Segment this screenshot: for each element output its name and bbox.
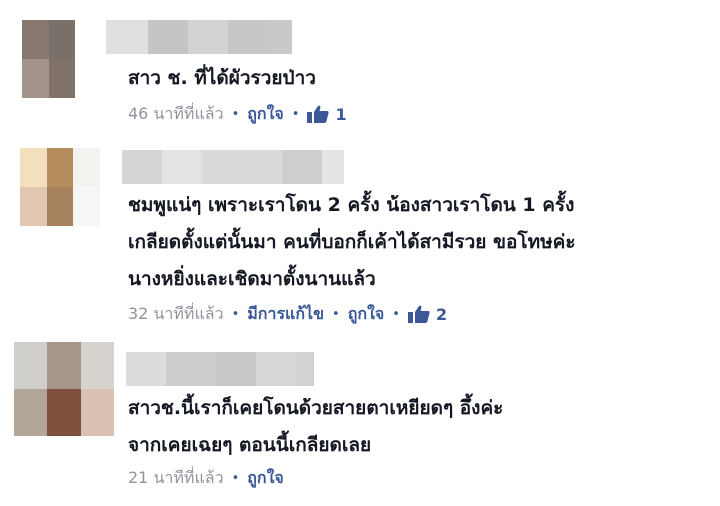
comment-meta: 21 นาทีที่แล้ว • ถูกใจ <box>128 466 284 490</box>
blur-block <box>188 20 228 54</box>
comment-meta: 32 นาทีที่แล้ว • มีการแก้ไข • ถูกใจ • 2 <box>128 302 447 326</box>
timestamp[interactable]: 32 นาทีที่แล้ว <box>128 302 224 327</box>
separator-dot: • <box>392 306 400 322</box>
blur-block <box>202 150 282 184</box>
avatar-pixel <box>80 389 114 436</box>
separator-dot: • <box>231 106 240 122</box>
like-button[interactable]: ถูกใจ <box>247 102 284 127</box>
avatar[interactable] <box>22 20 102 98</box>
comment-text: ชมพูแน่ๆ เพราะเราโดน 2 ครั้ง น้องสาวเราโ… <box>128 187 576 298</box>
avatar-pixel <box>48 59 76 98</box>
commenter-name-blurred[interactable] <box>122 150 344 184</box>
avatar-pixel <box>47 342 81 389</box>
comment-text: สาวช.นี้เราก็เคยโดนด้วยสายตาเหยียดๆ อึ้ง… <box>128 390 503 464</box>
separator-dot: • <box>332 306 340 322</box>
comment-line: สาวช.นี้เราก็เคยโดนด้วยสายตาเหยียดๆ อึ้ง… <box>128 397 504 419</box>
comment-line: นางหยิ่งและเชิดมาตั้งนานแล้ว <box>128 268 376 290</box>
blur-block <box>106 20 148 54</box>
avatar-pixel <box>20 148 47 187</box>
thumbs-up-icon[interactable] <box>307 105 330 123</box>
like-count[interactable]: 1 <box>335 105 346 124</box>
separator-dot: • <box>231 470 240 486</box>
avatar-pixel <box>75 20 102 59</box>
comment-line: จากเคยเฉยๆ ตอนนี้เกลียดเลย <box>128 434 372 456</box>
like-button[interactable]: ถูกใจ <box>348 302 385 327</box>
comment-line: สาว ช. ที่ได้ผัวรวยป่าว <box>128 67 316 89</box>
avatar-pixel <box>80 342 114 389</box>
blur-block <box>126 352 166 386</box>
commenter-name-blurred[interactable] <box>126 352 314 386</box>
avatar-pixel <box>46 187 74 226</box>
blur-block <box>256 352 296 386</box>
blur-block <box>148 20 188 54</box>
blur-block <box>162 150 202 184</box>
avatar-pixel <box>48 20 76 59</box>
comment-meta: 46 นาทีที่แล้ว • ถูกใจ • 1 <box>128 102 347 126</box>
blur-block <box>122 150 162 184</box>
separator-dot: • <box>231 306 240 322</box>
avatar-pixel <box>14 342 48 389</box>
blur-block <box>268 20 292 54</box>
commenter-name-blurred[interactable] <box>106 20 292 54</box>
edited-label[interactable]: มีการแก้ไข <box>247 302 324 327</box>
avatar-pixel <box>22 20 49 59</box>
blur-block <box>166 352 216 386</box>
blur-block <box>216 352 256 386</box>
avatar-pixel <box>47 389 81 436</box>
avatar-pixel <box>22 59 49 98</box>
avatar[interactable] <box>14 342 114 436</box>
avatar-pixel <box>73 148 100 187</box>
comment-text: สาว ช. ที่ได้ผัวรวยป่าว <box>128 60 316 97</box>
like-count[interactable]: 2 <box>436 305 447 324</box>
comment-line: เกลียดตั้งแต่นั้นมา คนที่บอกก็เค้าได้สาม… <box>128 231 576 253</box>
avatar[interactable] <box>20 148 100 226</box>
blur-block <box>228 20 268 54</box>
blur-block <box>322 150 344 184</box>
separator-dot: • <box>291 106 300 122</box>
timestamp[interactable]: 21 นาทีที่แล้ว <box>128 466 224 491</box>
avatar-pixel <box>75 59 102 98</box>
timestamp[interactable]: 46 นาทีที่แล้ว <box>128 102 224 127</box>
thumbs-up-icon[interactable] <box>407 305 430 323</box>
avatar-pixel <box>46 148 74 187</box>
avatar-pixel <box>14 389 48 436</box>
avatar-pixel <box>20 187 47 226</box>
avatar-pixel <box>73 187 100 226</box>
comment-line: ชมพูแน่ๆ เพราะเราโดน 2 ครั้ง น้องสาวเราโ… <box>128 194 575 216</box>
blur-block <box>282 150 322 184</box>
blur-block <box>296 352 314 386</box>
like-button[interactable]: ถูกใจ <box>247 466 284 491</box>
